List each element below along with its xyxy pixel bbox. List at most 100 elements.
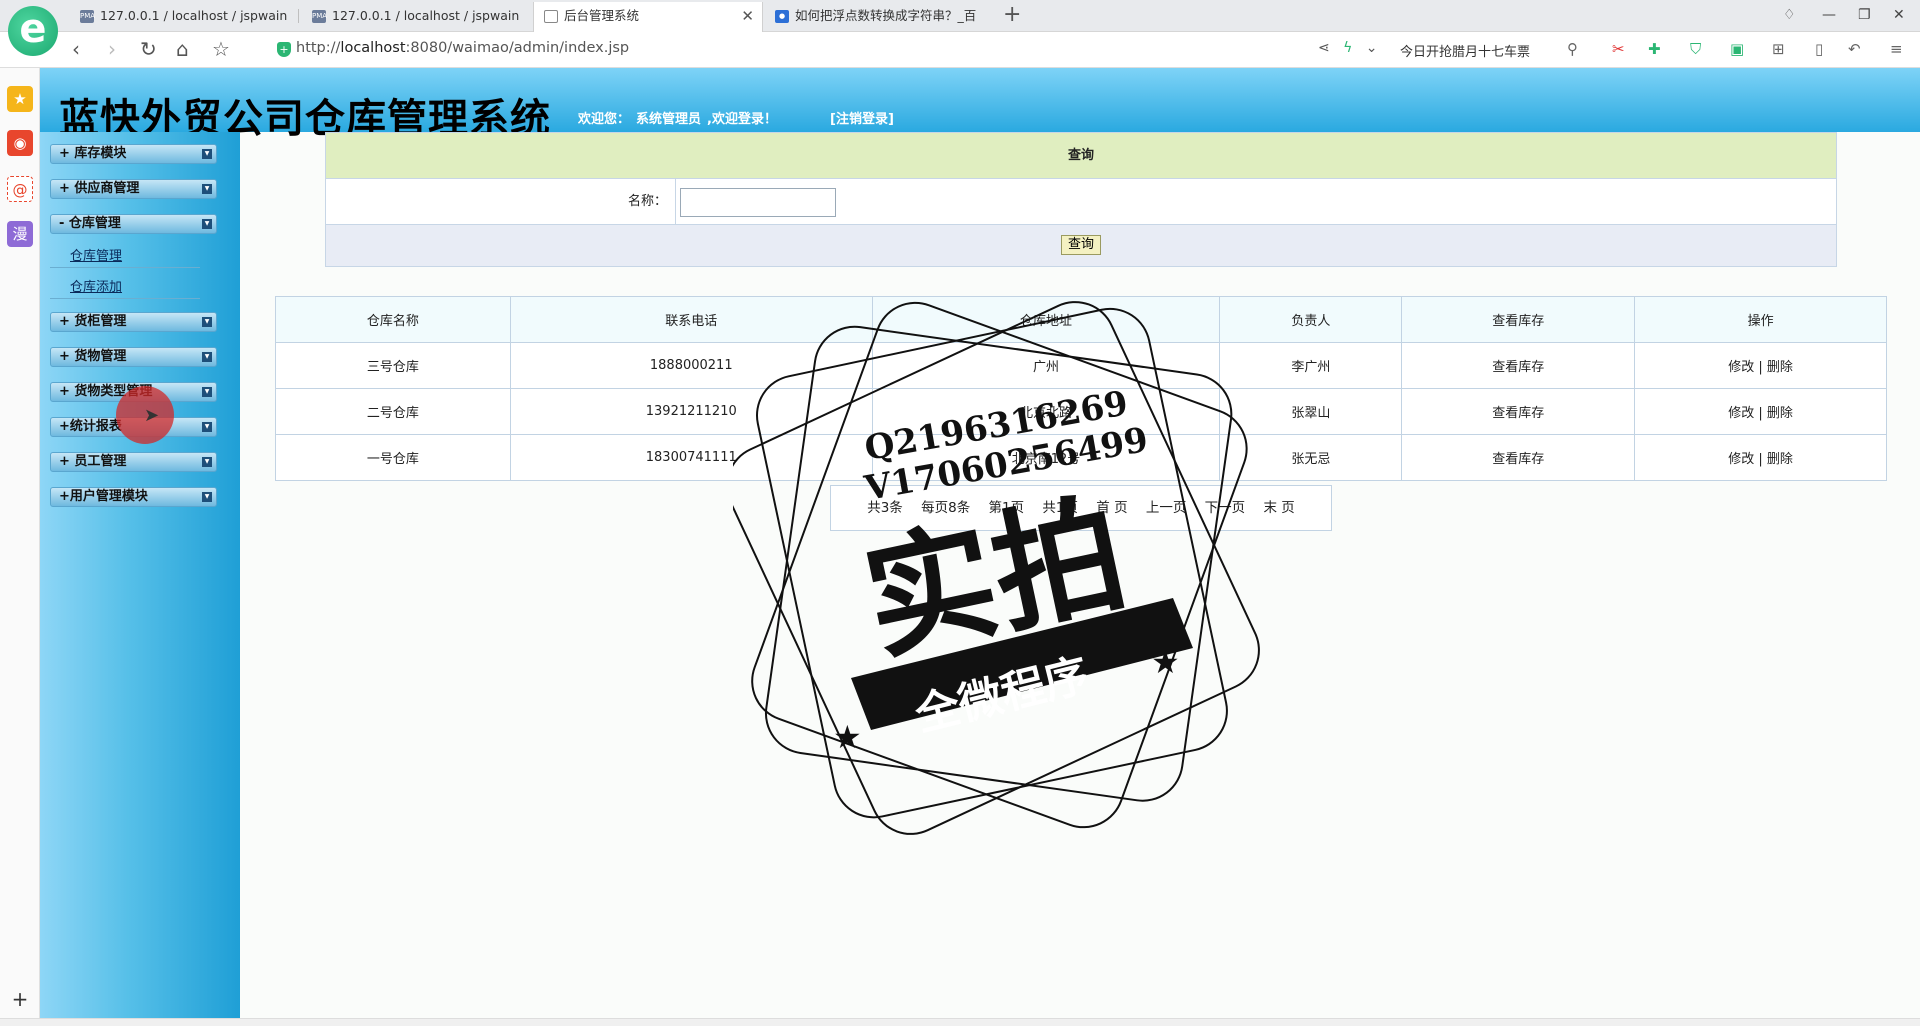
menu-cabinet[interactable]: + 货柜管理 ▼ [50, 312, 217, 332]
admin-page: 蓝快外贸公司仓库管理系统 欢迎您： 系统管理员 ,欢迎登录！ [注销登录] + 库存… [40, 68, 1920, 1018]
prev-page-link[interactable]: 上一页 [1146, 500, 1187, 516]
delete-link[interactable]: 删除 [1767, 452, 1793, 467]
warehouse-table: 仓库名称 联系电话 仓库地址 负责人 查看库存 操作 三号仓库 18880002… [275, 296, 1887, 481]
translate-icon[interactable]: ✚ [1648, 40, 1661, 58]
cell-actions: 修改 | 删除 [1634, 434, 1887, 481]
edit-link[interactable]: 修改 [1728, 406, 1754, 421]
view-stock-link[interactable]: 查看库存 [1401, 388, 1636, 435]
add-icon[interactable]: + [7, 986, 33, 1012]
chevron-down-icon[interactable]: ⌄ [1366, 40, 1378, 56]
game-icon[interactable]: ▣ [1730, 40, 1744, 58]
menu-icon[interactable]: ≡ [1890, 40, 1903, 58]
share-icon[interactable]: ⋖ [1318, 40, 1330, 56]
menu-users[interactable]: +用户管理模块 ▼ [50, 487, 217, 507]
total-count: 共3条 [867, 500, 903, 516]
chevron-down-icon: ▼ [202, 352, 212, 362]
column-header: 仓库名称 [275, 296, 511, 343]
submenu-warehouse-list[interactable]: 仓库管理 [70, 245, 122, 264]
sidebar-menu: + 库存模块 ▼ + 供应商管理 ▼ - 仓库管理 ▼ 仓库管理 仓库添加 + 货柜管… [40, 132, 240, 1018]
scissors-icon[interactable]: ✂ [1612, 40, 1625, 58]
home-icon[interactable]: ⌂ [176, 37, 189, 61]
tab-title: 后台管理系统 [564, 8, 640, 23]
chevron-down-icon: ▼ [202, 317, 212, 327]
delete-link[interactable]: 删除 [1767, 406, 1793, 421]
minimize-icon[interactable]: — [1822, 5, 1836, 25]
new-tab-icon[interactable]: + [1003, 3, 1021, 27]
pma-favicon-icon: PMA [312, 10, 327, 23]
menu-goods[interactable]: + 货物管理 ▼ [50, 347, 217, 367]
cell-actions: 修改 | 删除 [1634, 342, 1887, 389]
browser-tab-4[interactable]: ● 如何把浮点数转换成字符串？_百 [765, 2, 995, 32]
divider [50, 267, 200, 268]
address-bar: ‹ › ↻ ⌂ ☆ + http://localhost:8080/waimao… [0, 32, 1920, 68]
pma-favicon-icon: PMA [80, 10, 95, 23]
menu-staff[interactable]: + 员工管理 ▼ [50, 452, 217, 472]
cell-manager: 李广州 [1219, 342, 1403, 389]
apps-grid-icon[interactable]: ⊞ [1772, 40, 1785, 58]
next-page-link[interactable]: 下一页 [1205, 500, 1246, 516]
column-header: 联系电话 [509, 296, 873, 343]
lightning-icon[interactable]: ϟ [1343, 40, 1352, 56]
first-page-link[interactable]: 首 页 [1096, 500, 1127, 516]
reload-icon[interactable]: ↻ [140, 37, 157, 61]
cell-manager: 张翠山 [1219, 388, 1403, 435]
url-field[interactable]: http://localhost:8080/waimao/admin/index… [296, 40, 629, 56]
column-header: 操作 [1634, 296, 1887, 343]
search-icon[interactable]: ⚲ [1567, 40, 1578, 58]
chevron-down-icon: ▼ [202, 457, 212, 467]
cell-name: 三号仓库 [275, 342, 511, 389]
mail-icon[interactable]: @ [7, 176, 33, 202]
baidu-paw-icon: ● [775, 10, 789, 23]
security-icon[interactable]: ⛉ [1690, 40, 1701, 58]
watermark-banner-text: 全微程序 [909, 649, 1093, 741]
close-window-icon[interactable]: ✕ [1893, 5, 1905, 25]
divider [50, 298, 200, 299]
edit-link[interactable]: 修改 [1728, 452, 1754, 467]
cell-phone: 1888000211 [509, 342, 873, 389]
favorites-star-icon[interactable]: ★ [7, 86, 33, 112]
restore-icon[interactable]: ❐ [1858, 5, 1871, 25]
menu-warehouse[interactable]: - 仓库管理 ▼ [50, 214, 217, 234]
view-stock-link[interactable]: 查看库存 [1401, 342, 1636, 389]
comic-icon[interactable]: 漫 [7, 221, 33, 247]
browser-status-bar [0, 1018, 1920, 1026]
star-icon: ★ [833, 718, 862, 756]
weibo-icon[interactable]: ◉ [7, 130, 33, 156]
forward-icon[interactable]: › [108, 37, 116, 61]
current-page: 第1页 [988, 500, 1025, 516]
back-icon[interactable]: ‹ [72, 37, 80, 61]
name-search-input[interactable] [680, 188, 836, 217]
browser-sidebar: ★ ◉ @ 漫 + [0, 68, 40, 1018]
favorite-star-icon[interactable]: ☆ [212, 37, 230, 61]
close-tab-icon[interactable]: ✕ [741, 2, 754, 30]
menu-inventory[interactable]: + 库存模块 ▼ [50, 144, 217, 164]
tab-title: 如何把浮点数转换成字符串？_百 [795, 8, 977, 23]
column-header: 负责人 [1219, 296, 1403, 343]
address-tools: ⋖ ϟ ⌄ [1318, 40, 1377, 56]
undo-icon[interactable]: ↶ [1848, 40, 1861, 58]
view-stock-link[interactable]: 查看库存 [1401, 434, 1636, 481]
user-name: 系统管理员 [636, 112, 702, 127]
search-row: 名称： [326, 179, 1836, 225]
query-button[interactable]: 查询 [1060, 235, 1101, 255]
table-row: 三号仓库 1888000211 广州 李广州 查看库存 修改 | 删除 [275, 342, 1887, 389]
delete-link[interactable]: 删除 [1767, 360, 1793, 375]
tablet-icon[interactable]: ▯ [1815, 40, 1823, 58]
column-header: 查看库存 [1401, 296, 1636, 343]
last-page-link[interactable]: 末 页 [1263, 500, 1294, 516]
menu-supplier[interactable]: + 供应商管理 ▼ [50, 179, 217, 199]
edit-link[interactable]: 修改 [1728, 360, 1754, 375]
logout-link[interactable]: [注销登录] [830, 108, 894, 127]
chevron-down-icon: ▼ [202, 219, 212, 229]
browser-tab-3-active[interactable]: 后台管理系统 ✕ [533, 2, 763, 33]
tab-separator [298, 9, 299, 23]
chevron-down-icon: ▼ [202, 184, 212, 194]
secure-shield-icon: + [277, 42, 291, 57]
hot-news-link[interactable]: 今日开抢腊月十七车票 [1400, 41, 1530, 60]
browser-tab-1[interactable]: PMA 127.0.0.1 / localhost / jspwain [70, 2, 295, 32]
page-count: 共1页 [1042, 500, 1078, 516]
submenu-warehouse-add[interactable]: 仓库添加 [70, 276, 122, 295]
shirt-skin-icon[interactable]: ♢ [1783, 5, 1796, 25]
browser-tab-2[interactable]: PMA 127.0.0.1 / localhost / jspwain [302, 2, 527, 32]
search-footer: 查询 [326, 225, 1836, 266]
